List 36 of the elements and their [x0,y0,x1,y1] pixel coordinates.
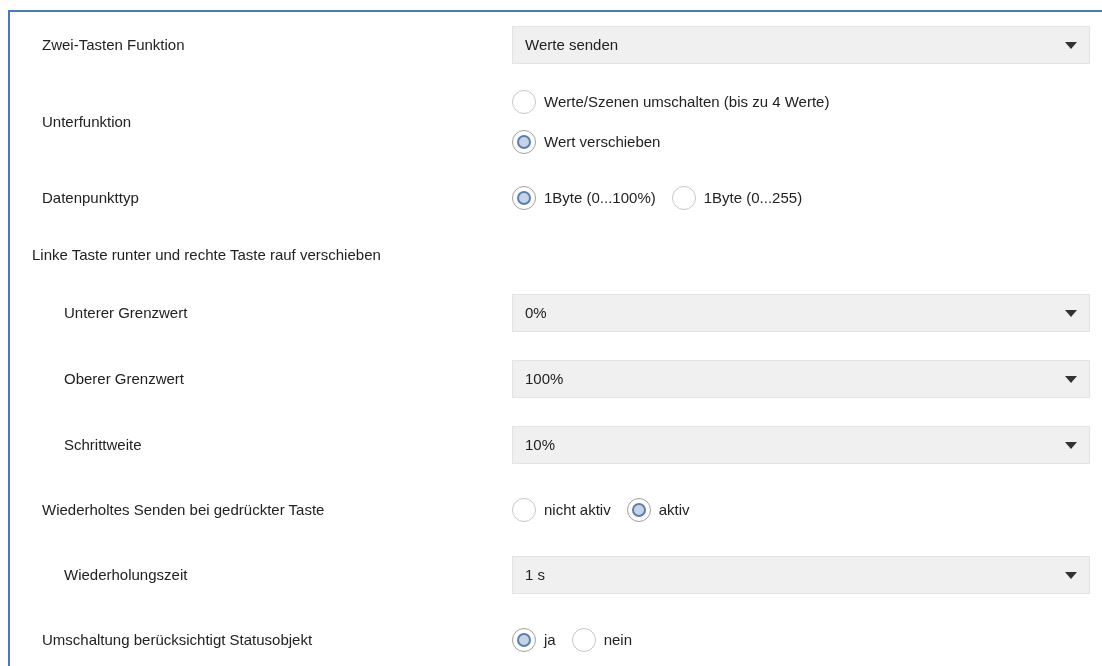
radio-label: nicht aktiv [544,499,611,520]
radio-label: Werte/Szenen umschalten (bis zu 4 Werte) [544,91,830,112]
parameter-label: Oberer Grenzwert [64,369,185,387]
radio-button[interactable] [512,498,536,522]
parameter-label: Datenpunkttyp [42,188,139,206]
section-heading: Linke Taste runter und rechte Taste rauf verschieben [32,244,381,265]
caret-icon [1065,571,1077,579]
radio-label: 1Byte (0...255) [703,187,803,208]
dropdown[interactable]: 1 s [512,556,1090,594]
radio-label: Wert verschieben [544,131,661,152]
parameter-label: Umschaltung berücksichtigt Statusobjekt [42,630,313,648]
dropdown[interactable]: 100% [512,360,1090,398]
radio-label: ja [544,629,556,650]
radio-button[interactable] [512,186,536,210]
parameter-label: Unterer Grenzwert [64,303,188,321]
radio-button[interactable] [626,498,651,522]
caret-icon [1065,375,1077,383]
radio-button[interactable] [512,628,536,652]
radio-label: 1Byte (0...100%) [544,187,656,208]
parameter-label: Schrittweite [64,435,142,453]
radio-button[interactable] [512,130,536,154]
parameter-label: Wiederholtes Senden bei gedrückter Taste [42,500,325,518]
radio-label: aktiv [658,499,690,520]
caret-icon [1065,441,1077,449]
dropdown[interactable]: 0% [512,294,1090,332]
parameter-label: Unterfunktion [42,112,132,130]
parameter-label: Zwei-Tasten Funktion [42,35,185,53]
dropdown[interactable]: Werte senden [512,26,1090,64]
radio-label: nein [603,629,633,650]
parameter-label: Wiederholungszeit [64,565,188,583]
radio-button[interactable] [512,90,536,114]
radio-button[interactable] [571,628,596,652]
caret-icon [1065,309,1077,317]
dropdown[interactable]: 10% [512,426,1090,464]
caret-icon [1065,41,1077,49]
radio-button[interactable] [671,186,696,210]
